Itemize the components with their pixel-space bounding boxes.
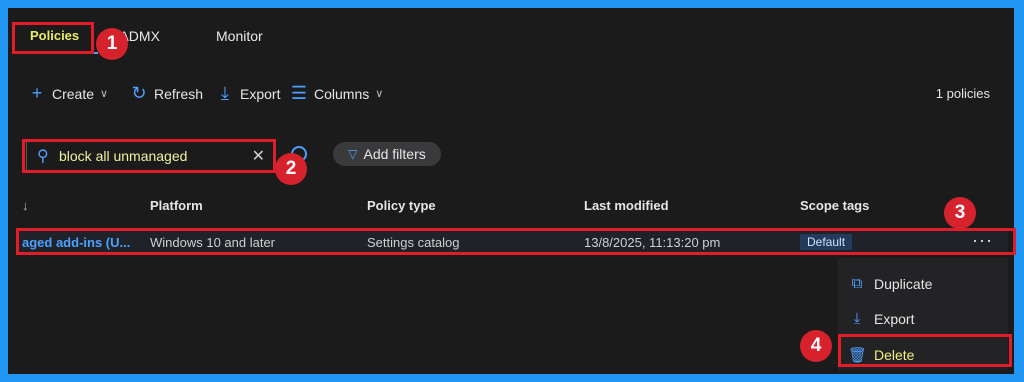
filter-icon: ▽ (348, 147, 358, 161)
highlight-row (16, 228, 1016, 255)
columns-button[interactable]: ☰ Columns ∨ (290, 83, 383, 104)
policies-panel: Policies ort ADMX Monitor + Create ∨ ↻ R… (8, 8, 1014, 374)
add-filters-button[interactable]: ▽ Add filters (333, 142, 441, 166)
step-badge-3: 3 (944, 197, 976, 229)
menu-item-duplicate[interactable]: ⧉ Duplicate (848, 275, 933, 292)
refresh-icon: ↻ (131, 83, 147, 103)
refresh-button[interactable]: ↻ Refresh (130, 83, 203, 104)
export-label: Export (240, 85, 281, 102)
refresh-label: Refresh (154, 85, 204, 102)
tab-bar: Policies ort ADMX Monitor (8, 8, 1014, 64)
chevron-down-icon: ∨ (375, 88, 384, 100)
column-header-last-modified[interactable]: Last modified (584, 198, 669, 213)
column-header-scope-tags[interactable]: Scope tags (800, 198, 869, 213)
column-header-policy-type[interactable]: Policy type (367, 198, 436, 213)
download-icon: ⤓ (221, 83, 229, 103)
chevron-down-icon: ∨ (100, 88, 109, 100)
policy-count: 1 policies (935, 86, 990, 101)
highlight-policies-tab (12, 22, 94, 54)
highlight-search (22, 139, 276, 173)
menu-export-label: Export (874, 310, 915, 327)
download-icon: ⤓ (853, 310, 861, 327)
step-badge-4: 4 (800, 330, 832, 362)
sort-indicator[interactable]: ↓ (22, 198, 29, 213)
tab-monitor[interactable]: Monitor (216, 28, 263, 44)
copy-icon: ⧉ (851, 275, 863, 292)
duplicate-label: Duplicate (874, 275, 933, 292)
step-badge-1: 1 (96, 28, 128, 60)
plus-icon: + (31, 83, 43, 103)
highlight-delete (838, 334, 1012, 367)
create-label: Create (52, 85, 95, 102)
export-button[interactable]: ⤓ Export (216, 83, 280, 104)
step-badge-2: 2 (275, 153, 307, 185)
columns-icon: ☰ (290, 83, 308, 103)
command-bar: + Create ∨ ↻ Refresh ⤓ Export ☰ Columns … (26, 83, 998, 105)
add-filters-label: Add filters (363, 146, 426, 162)
column-header-platform[interactable]: Platform (150, 198, 203, 213)
columns-label: Columns (314, 85, 370, 102)
menu-item-export[interactable]: ⤓ Export (848, 310, 915, 327)
create-button[interactable]: + Create ∨ (28, 83, 108, 104)
